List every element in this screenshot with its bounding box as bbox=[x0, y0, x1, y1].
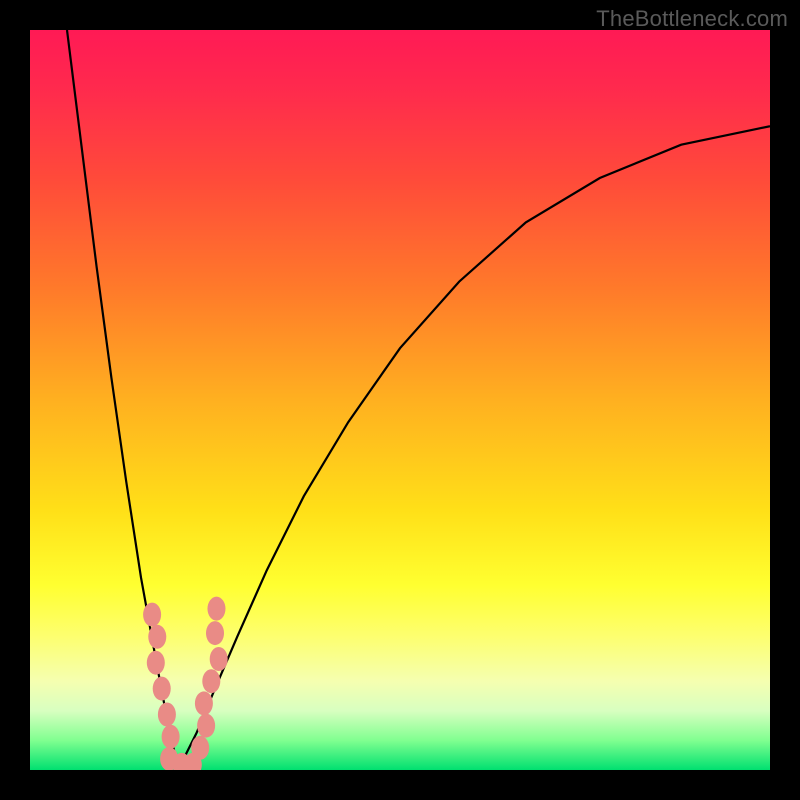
data-marker bbox=[202, 669, 220, 693]
data-marker bbox=[153, 677, 171, 701]
data-marker bbox=[143, 603, 161, 627]
data-marker bbox=[148, 625, 166, 649]
data-marker bbox=[206, 621, 224, 645]
watermark-text: TheBottleneck.com bbox=[596, 6, 788, 32]
gradient-background bbox=[30, 30, 770, 770]
data-marker bbox=[147, 651, 165, 675]
data-marker bbox=[195, 691, 213, 715]
chart-canvas bbox=[30, 30, 770, 770]
data-marker bbox=[197, 714, 215, 738]
outer-frame: TheBottleneck.com bbox=[0, 0, 800, 800]
data-marker bbox=[158, 703, 176, 727]
data-marker bbox=[207, 597, 225, 621]
data-marker bbox=[191, 736, 209, 760]
data-marker bbox=[162, 725, 180, 749]
data-marker bbox=[210, 647, 228, 671]
plot-area bbox=[30, 30, 770, 770]
